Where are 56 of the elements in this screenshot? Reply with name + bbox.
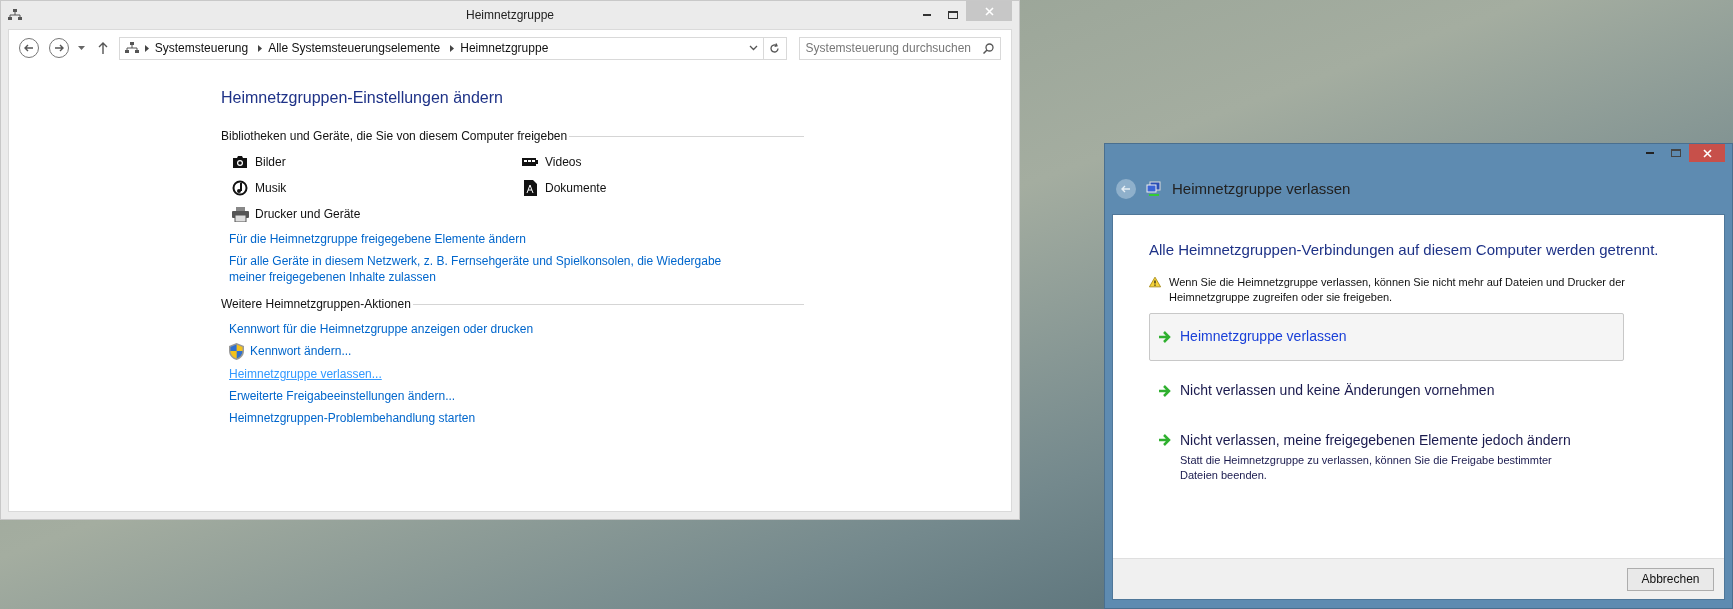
library-label: Dokumente (545, 180, 607, 197)
chevron-icon (258, 44, 263, 52)
forward-arrow-icon (53, 44, 64, 52)
command-link[interactable]: Nicht verlassen und keine Änderungen vornehmen (1149, 366, 1624, 415)
breadcrumb-item[interactable]: Heimnetzgruppe (460, 39, 549, 57)
address-bar[interactable]: Systemsteuerung Alle Systemsteuerungselemente Heimnetzgruppe (118, 36, 764, 60)
up-arrow-icon (97, 42, 108, 54)
section-heading: Bibliotheken und Geräte, die Sie von diesem Computer freigeben (221, 128, 568, 145)
caret-icon (78, 46, 86, 50)
chevron-icon (450, 44, 455, 52)
window-title: Heimnetzgruppe (465, 7, 555, 24)
breadcrumb-item[interactable]: Alle Systemsteuerungselemente (268, 39, 441, 57)
task-link[interactable]: Für die Heimnetzgruppe freigegebene Elemente ändern (229, 231, 526, 247)
film-icon (522, 156, 538, 168)
dropdown-chevron-icon[interactable] (748, 45, 758, 51)
close-icon (984, 6, 994, 16)
task-link[interactable]: Kennwort für die Heimnetzgruppe anzeigen oder drucken (229, 321, 534, 337)
command-link[interactable]: Heimnetzgruppe verlassen (1149, 312, 1624, 361)
section-heading: Weitere Heimnetzgruppen-Aktionen (221, 296, 411, 313)
warning-icon (1149, 274, 1161, 289)
arrow-icon (1158, 384, 1172, 397)
arrow-icon (1158, 330, 1172, 343)
breadcrumb-item[interactable]: Systemsteuerung (154, 39, 249, 57)
search-icon (983, 42, 994, 54)
shield-icon (229, 343, 244, 360)
task-link[interactable]: Heimnetzgruppen-Problembehandlung starten (229, 410, 476, 426)
music-icon (232, 180, 248, 196)
library-label: Bilder (255, 154, 286, 171)
close-button[interactable] (1689, 144, 1725, 162)
back-arrow-icon (1121, 185, 1131, 193)
library-label: Musik (255, 180, 287, 197)
library-label: Drucker und Geräte (255, 206, 361, 223)
document-icon (523, 180, 537, 196)
computers-icon (1146, 181, 1162, 197)
command-link[interactable]: Nicht verlassen, meine freigegebenen Elemente jedoch ändern Statt die Heimnetzgruppe zu verlassen, können Sie die Freigabe bestimmter Dateien beenden. (1149, 420, 1624, 492)
printer-icon (231, 206, 249, 222)
chevron-icon (144, 44, 149, 52)
cancel-button[interactable]: Abbrechen (1627, 567, 1714, 591)
page-heading: Heimnetzgruppen-Einstellungen ändern (221, 88, 504, 108)
arrow-icon (1158, 434, 1172, 446)
task-link[interactable]: Kennwort ändern... (250, 343, 352, 359)
dialog-heading: Alle Heimnetzgruppen-Verbindungen auf diesem Computer werden getrennt. (1149, 240, 1660, 260)
search-field[interactable]: Systemsteuerung durchsuchen (798, 36, 1001, 60)
warning-text: Wenn Sie die Heimnetzgruppe verlassen, können Sie nicht mehr auf Dateien und Drucker der Heimnetzgruppe zugreifen oder sie freigeben. (1169, 274, 1626, 305)
refresh-button[interactable] (763, 36, 787, 60)
task-link[interactable]: Erweiterte Freigabeeinstellungen ändern... (229, 388, 456, 404)
refresh-icon (769, 42, 781, 54)
close-icon (1702, 148, 1712, 158)
dialog-title: Heimnetzgruppe verlassen (1172, 178, 1351, 199)
task-link[interactable]: Für alle Geräte in diesem Netzwerk, z. B. Fernsehgeräte und Spielkonsolen, die Wiedergabe meiner freigegebenen Inhalte zulassen (229, 253, 729, 285)
camera-icon (232, 155, 248, 169)
network-icon (124, 42, 139, 54)
network-icon (8, 9, 22, 21)
back-button[interactable] (1116, 179, 1136, 199)
library-label: Videos (545, 154, 582, 171)
back-arrow-icon (23, 44, 34, 52)
